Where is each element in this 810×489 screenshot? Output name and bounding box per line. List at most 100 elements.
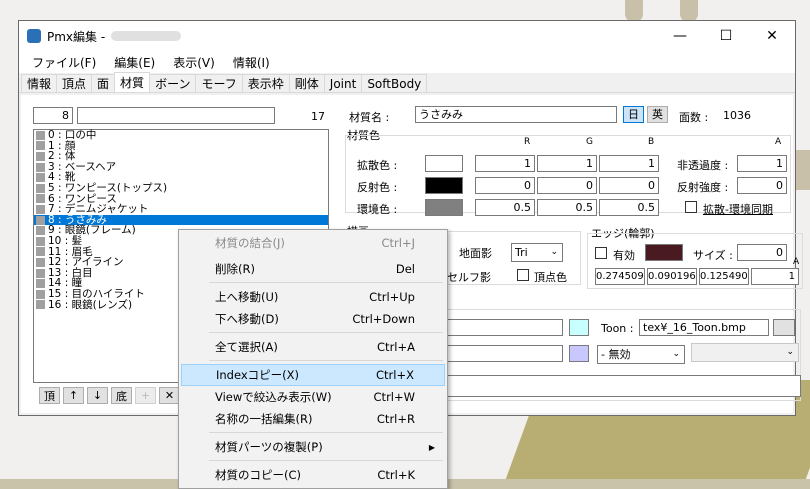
chevron-down-icon: ⌄ xyxy=(786,347,794,357)
menu-item-shortcut: Ctrl+J xyxy=(381,236,416,250)
specular-g[interactable]: 0 xyxy=(537,177,597,194)
menu-item-label: 下へ移動(D) xyxy=(215,312,279,326)
material-color-icon xyxy=(36,151,45,161)
specular-b[interactable]: 0 xyxy=(599,177,659,194)
tab-rigid-body[interactable]: 剛体 xyxy=(288,74,325,92)
alpha-input[interactable]: 1 xyxy=(737,155,787,172)
list-item[interactable]: 1 : 顔 xyxy=(34,140,328,152)
tab-info[interactable]: 情報 xyxy=(21,74,58,92)
context-menu-item[interactable]: Indexコピー(X) Ctrl+X xyxy=(181,364,445,386)
menu-item-shortcut: Ctrl+K xyxy=(377,468,415,482)
maximize-button[interactable]: ☐ xyxy=(703,21,749,51)
tab-display-frame[interactable]: 表示枠 xyxy=(241,74,290,92)
context-menu-item[interactable]: 名称の一括編集(R) Ctrl+R xyxy=(181,408,445,430)
tab-vertex[interactable]: 頂点 xyxy=(56,74,93,92)
window-title: Pmx編集 - xyxy=(47,29,106,44)
edge-g[interactable]: 0.090196 xyxy=(647,268,697,285)
specular-r[interactable]: 0 xyxy=(475,177,535,194)
texture-input[interactable] xyxy=(439,319,563,336)
context-menu-item[interactable]: 下へ移動(D) Ctrl+Down xyxy=(181,308,445,330)
texture-swatch[interactable] xyxy=(569,319,589,336)
diffuse-swatch[interactable] xyxy=(425,155,463,172)
context-menu-item[interactable]: Viewで絞込み表示(W) Ctrl+W xyxy=(181,386,445,408)
edge-enabled-checkbox[interactable] xyxy=(595,247,607,259)
move-up-button[interactable]: ↑ xyxy=(63,387,84,404)
menu-item-shortcut: Ctrl+R xyxy=(376,412,415,426)
sphere-mode-dropdown[interactable]: - 無効 ⌄ xyxy=(597,345,685,364)
material-name-input[interactable]: うさみみ xyxy=(415,106,617,123)
list-item-label: 15 : 目のハイライト xyxy=(48,287,145,300)
minimize-button[interactable]: — xyxy=(657,21,703,51)
material-color-icon xyxy=(36,141,45,151)
material-color-icon xyxy=(36,162,45,172)
ambient-g[interactable]: 0.5 xyxy=(537,199,597,216)
edge-color-swatch[interactable] xyxy=(645,244,683,261)
specular-label: 反射色 : xyxy=(357,181,398,194)
material-color-icon xyxy=(36,268,45,278)
toon-shared-dropdown[interactable]: ⌄ xyxy=(691,343,799,362)
add-button[interactable]: + xyxy=(135,387,156,404)
menu-item-shortcut: Ctrl+A xyxy=(377,340,415,354)
memo-input[interactable] xyxy=(439,375,801,397)
context-menu-item[interactable]: 材質パーツの複製(P) ▶ xyxy=(181,436,445,458)
context-menu-item[interactable]: 材質のコピー(C) Ctrl+K xyxy=(181,464,445,486)
tab-morph[interactable]: モーフ xyxy=(195,74,243,92)
header-g: G xyxy=(586,137,593,147)
menu-item-label: 上へ移動(U) xyxy=(215,290,279,304)
header-r: R xyxy=(524,137,531,147)
list-item-label: 0 : 口の中 xyxy=(48,129,97,141)
tab-bone[interactable]: ボーン xyxy=(149,74,197,92)
close-button[interactable]: ✕ xyxy=(749,21,795,51)
ambient-b[interactable]: 0.5 xyxy=(599,199,659,216)
context-menu-item[interactable]: 材質の結合(J) Ctrl+J xyxy=(181,232,445,254)
list-item[interactable]: 5 : ワンピース(トップス) xyxy=(34,183,328,194)
edge-r[interactable]: 0.274509 xyxy=(595,268,645,285)
context-menu-item[interactable]: 削除(R) Del xyxy=(181,258,445,280)
model-ear-right xyxy=(680,0,698,22)
context-menu-item[interactable]: 全て選択(A) Ctrl+A xyxy=(181,336,445,358)
edge-b[interactable]: 0.125490 xyxy=(699,268,749,285)
delete-button[interactable]: ✕ xyxy=(159,387,180,404)
tab-face[interactable]: 面 xyxy=(91,74,116,92)
material-count: 17 xyxy=(311,110,325,123)
index-input[interactable]: 8 xyxy=(33,107,73,124)
sphere-swatch[interactable] xyxy=(569,345,589,362)
toon-input[interactable]: tex¥_16_Toon.bmp xyxy=(639,319,769,336)
ambient-r[interactable]: 0.5 xyxy=(475,199,535,216)
move-down-button[interactable]: ↓ xyxy=(87,387,108,404)
title-bar[interactable]: Pmx編集 - — ☐ ✕ xyxy=(19,21,795,51)
edge-size-input[interactable]: 0 xyxy=(737,244,787,261)
primitive-dropdown[interactable]: Tri ⌄ xyxy=(511,243,563,262)
vertex-color-checkbox[interactable] xyxy=(517,269,529,281)
menu-info[interactable]: 情報(I) xyxy=(224,54,279,71)
sync-checkbox[interactable] xyxy=(685,201,697,213)
list-item-label: 5 : ワンピース(トップス) xyxy=(48,181,168,194)
header-a: A xyxy=(775,137,782,147)
ambient-swatch[interactable] xyxy=(425,199,463,216)
menu-view[interactable]: 表示(V) xyxy=(164,54,224,71)
diffuse-b[interactable]: 1 xyxy=(599,155,659,172)
list-item[interactable]: 0 : 口の中 xyxy=(34,130,328,141)
diffuse-r[interactable]: 1 xyxy=(475,155,535,172)
diffuse-g[interactable]: 1 xyxy=(537,155,597,172)
menu-file[interactable]: ファイル(F) xyxy=(23,54,105,71)
tab-softbody[interactable]: SoftBody xyxy=(361,74,428,92)
lang-jp-button[interactable]: 日 xyxy=(623,106,644,123)
specular-swatch[interactable] xyxy=(425,177,463,194)
move-top-button[interactable]: 頂 xyxy=(39,387,60,404)
tab-material[interactable]: 材質 xyxy=(114,72,151,92)
spec-power-input[interactable]: 0 xyxy=(737,177,787,194)
sphere-input[interactable] xyxy=(439,345,563,362)
redacted-filename xyxy=(111,31,182,41)
context-menu-item[interactable]: 上へ移動(U) Ctrl+Up xyxy=(181,286,445,308)
move-bottom-button[interactable]: 底 xyxy=(111,387,132,404)
lang-en-button[interactable]: 英 xyxy=(647,106,668,123)
toon-browse-button[interactable] xyxy=(773,319,795,336)
filter-input[interactable] xyxy=(77,107,275,124)
menu-separator xyxy=(209,282,443,283)
list-item[interactable]: 3 : ベースヘア xyxy=(34,162,328,173)
edge-a[interactable]: 1 xyxy=(751,268,799,285)
menu-edit[interactable]: 編集(E) xyxy=(105,54,164,71)
tab-joint[interactable]: Joint xyxy=(323,74,363,92)
self-shadow-label: セルフ影 xyxy=(447,271,491,284)
